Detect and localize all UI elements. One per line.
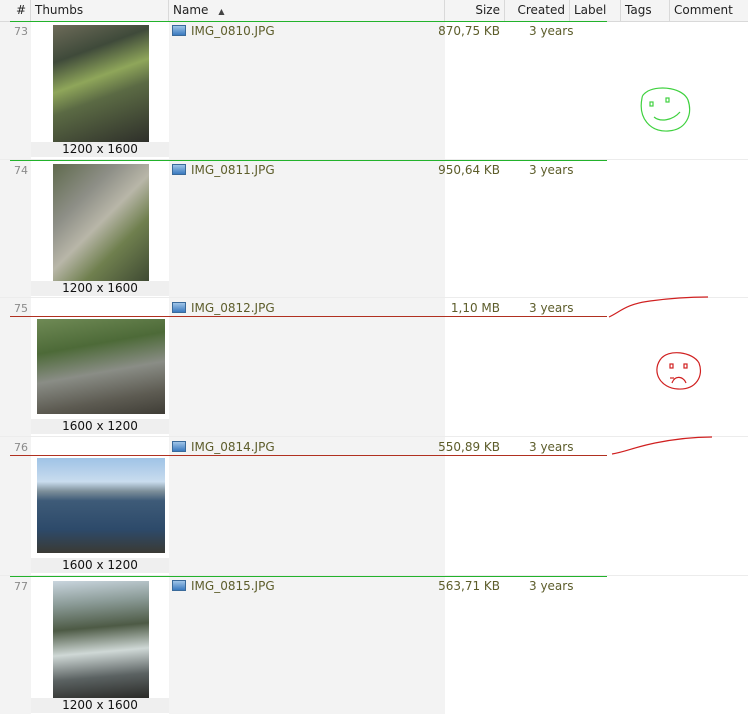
image-dimensions: 1200 x 1600	[31, 698, 169, 713]
row-number: 76	[14, 441, 28, 454]
thumbnail-image	[53, 581, 149, 698]
file-name[interactable]: IMG_0812.JPG	[172, 301, 275, 315]
file-name[interactable]: IMG_0810.JPG	[172, 24, 275, 38]
row-number: 75	[14, 302, 28, 315]
table-row[interactable]: 73 1200 x 1600 IMG_0810.JPG 870,75 KB 3 …	[0, 22, 748, 160]
table-row[interactable]: 75 1600 x 1200 IMG_0812.JPG 1,10 MB 3 ye…	[0, 299, 748, 437]
column-header-size[interactable]: Size	[445, 0, 505, 21]
image-file-icon	[172, 164, 186, 175]
table-row[interactable]: 76 1600 x 1200 IMG_0814.JPG 550,89 KB 3 …	[0, 438, 748, 576]
column-header-created[interactable]: Created	[505, 0, 570, 21]
row-number: 74	[14, 164, 28, 177]
thumbnail-image	[53, 164, 149, 281]
file-name-label: IMG_0810.JPG	[191, 24, 275, 38]
file-name-label: IMG_0811.JPG	[191, 163, 275, 177]
column-header-tags[interactable]: Tags	[621, 0, 670, 21]
created-age: 3 years	[529, 24, 574, 38]
thumbnail-image	[37, 458, 165, 553]
label-marker-line	[10, 455, 607, 456]
image-file-icon	[172, 580, 186, 591]
file-size: 563,71 KB	[438, 579, 500, 593]
created-age: 3 years	[529, 440, 574, 454]
label-marker-line	[10, 160, 607, 161]
column-header-comment[interactable]: Comment	[670, 0, 748, 21]
label-marker-line	[10, 21, 607, 22]
file-size: 950,64 KB	[438, 163, 500, 177]
image-dimensions: 1600 x 1200	[31, 419, 169, 434]
created-age: 3 years	[529, 163, 574, 177]
file-name[interactable]: IMG_0814.JPG	[172, 440, 275, 454]
column-header-number[interactable]: #	[0, 0, 31, 21]
thumbnail[interactable]: 1600 x 1200	[31, 455, 169, 576]
column-header-label[interactable]: Label	[570, 0, 621, 21]
image-dimensions: 1200 x 1600	[31, 281, 169, 296]
column-header-name[interactable]: Name ▲	[169, 0, 445, 21]
created-age: 3 years	[529, 579, 574, 593]
label-marker-line	[10, 316, 607, 317]
column-header-bar: # Thumbs Name ▲ Size Created Label Tags C…	[0, 0, 748, 22]
created-age: 3 years	[529, 301, 574, 315]
thumbnail-image	[37, 319, 165, 414]
table-row[interactable]: 77 1200 x 1600 IMG_0815.JPG 563,71 KB 3 …	[0, 577, 748, 714]
row-number: 73	[14, 25, 28, 38]
column-header-thumbs[interactable]: Thumbs	[31, 0, 169, 21]
column-header-name-label: Name	[173, 3, 209, 17]
image-file-icon	[172, 25, 186, 36]
file-name[interactable]: IMG_0815.JPG	[172, 579, 275, 593]
file-name-label: IMG_0814.JPG	[191, 440, 275, 454]
file-size: 870,75 KB	[438, 24, 500, 38]
file-size: 1,10 MB	[450, 301, 500, 315]
thumbnail-image	[53, 25, 149, 142]
file-size: 550,89 KB	[438, 440, 500, 454]
row-number: 77	[14, 580, 28, 593]
thumbnail[interactable]: 1600 x 1200	[31, 316, 169, 437]
sort-ascending-icon: ▲	[218, 7, 225, 16]
thumbnail[interactable]: 1200 x 1600	[31, 22, 169, 160]
row-separator	[0, 436, 748, 437]
file-name[interactable]: IMG_0811.JPG	[172, 163, 275, 177]
file-name-label: IMG_0812.JPG	[191, 301, 275, 315]
thumbnail[interactable]: 1200 x 1600	[31, 160, 169, 298]
image-file-icon	[172, 302, 186, 313]
thumbnail[interactable]: 1200 x 1600	[31, 577, 169, 714]
label-marker-line	[10, 576, 607, 577]
row-separator	[0, 297, 748, 298]
image-file-icon	[172, 441, 186, 452]
table-row[interactable]: 74 1200 x 1600 IMG_0811.JPG 950,64 KB 3 …	[0, 160, 748, 298]
image-dimensions: 1200 x 1600	[31, 142, 169, 157]
file-name-label: IMG_0815.JPG	[191, 579, 275, 593]
image-dimensions: 1600 x 1200	[31, 558, 169, 573]
